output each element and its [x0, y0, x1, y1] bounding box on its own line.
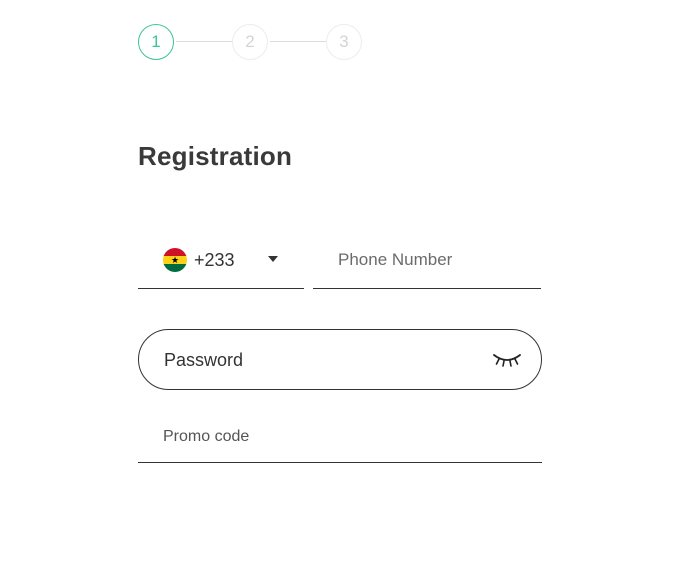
step-1-label: 1: [151, 32, 161, 51]
promo-code-input[interactable]: [163, 426, 523, 448]
eye-closed-icon[interactable]: [492, 351, 522, 369]
step-connector: [176, 41, 232, 42]
registration-page: 1 2 3 Registration ★ +233: [0, 0, 700, 571]
country-code-select[interactable]: ★ +233: [138, 236, 304, 289]
ghana-flag-icon: ★: [163, 248, 187, 272]
step-3-indicator: 3: [326, 24, 362, 60]
dial-code: +233: [194, 250, 235, 270]
password-input[interactable]: [164, 347, 484, 373]
progress-stepper: 1 2 3: [138, 24, 378, 60]
caret-down-icon[interactable]: [268, 256, 278, 262]
step-connector: [270, 41, 326, 42]
step-1-indicator: 1: [138, 24, 174, 60]
step-2-label: 2: [245, 32, 255, 51]
phone-number-field: [313, 236, 541, 289]
page-title: Registration: [138, 141, 293, 171]
step-2-indicator: 2: [232, 24, 268, 60]
step-3-label: 3: [339, 32, 349, 51]
password-field: [138, 329, 542, 390]
phone-number-input[interactable]: [338, 248, 528, 272]
promo-code-field: [138, 414, 542, 463]
